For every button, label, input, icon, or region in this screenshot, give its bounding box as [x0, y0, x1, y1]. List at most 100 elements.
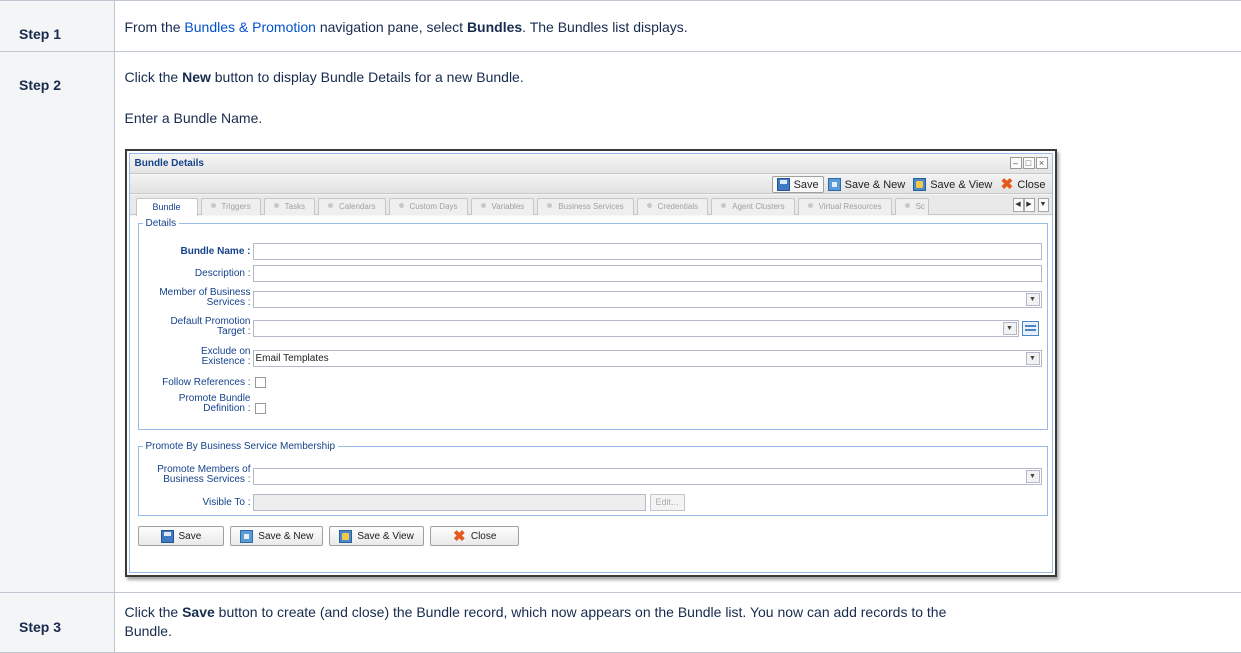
bundles-promotion-link[interactable]: Bundles & Promotion — [184, 19, 316, 35]
text-segment: . The Bundles list displays. — [522, 19, 688, 35]
follow-references-checkbox[interactable] — [255, 377, 266, 388]
text-segment: From the — [125, 19, 185, 35]
close-window-icon[interactable]: × — [1036, 157, 1048, 169]
save-new-icon — [240, 530, 253, 543]
tab-triggers[interactable]: Triggers — [201, 198, 261, 215]
edit-button: Edit... — [650, 494, 685, 511]
form-content: Details Bundle Name : Description : Memb… — [130, 216, 1052, 572]
tab-virtual-resources[interactable]: Virtual Resources — [798, 198, 892, 215]
member-row: Member of BusinessServices : ▼ — [139, 287, 1042, 308]
toolbar-close-button[interactable]: ✖Close — [996, 176, 1049, 193]
tab-label: Business Services — [558, 202, 623, 211]
toolbar-save-new-button[interactable]: Save & New — [824, 176, 910, 193]
description-row: Description : — [139, 265, 1042, 282]
visible-to-row: Visible To : Edit... — [139, 494, 685, 511]
status-dot-icon — [808, 203, 813, 208]
tab-label: Virtual Resources — [819, 202, 882, 211]
details-list-icon[interactable] — [1022, 321, 1039, 336]
visible-to-input — [253, 494, 646, 511]
toolbar-actions: Save Save & New Save & View ✖Close — [772, 175, 1050, 194]
bundle-name-row: Bundle Name : — [139, 243, 1042, 260]
chevron-down-icon[interactable]: ▼ — [1003, 322, 1017, 335]
scroll-left-icon[interactable]: ◀ — [1013, 198, 1024, 212]
promote-bundle-definition-checkbox[interactable] — [255, 403, 266, 414]
status-dot-icon — [547, 203, 552, 208]
description-input[interactable] — [253, 265, 1042, 282]
tab-label: Credentials — [658, 202, 698, 211]
bold-term: Bundles — [467, 19, 522, 35]
button-label: Save & New — [845, 179, 906, 191]
details-fieldset: Details Bundle Name : Description : Memb… — [138, 218, 1048, 430]
status-dot-icon — [905, 203, 910, 208]
bundle-name-label: Bundle Name : — [139, 247, 253, 257]
step-row: Step 1 From the Bundles & Promotion navi… — [0, 1, 1241, 52]
tab-navigation: ◀ ▶ ▼ — [1013, 198, 1049, 212]
chevron-down-icon[interactable]: ▼ — [1026, 293, 1040, 306]
close-button[interactable]: ✖Close — [430, 526, 520, 546]
exclude-row: Exclude onExistence : Email Templates▼ — [139, 347, 1042, 367]
tab-strip: Bundle Triggers Tasks Calendars Custom D… — [130, 195, 1052, 215]
step-body: Click the Save button to create (and clo… — [114, 593, 1241, 653]
chevron-down-icon[interactable]: ▼ — [1026, 352, 1040, 365]
button-label: Save & New — [258, 531, 313, 542]
maximize-icon[interactable]: □ — [1023, 157, 1035, 169]
membership-legend: Promote By Business Service Membership — [143, 441, 339, 452]
save-view-button[interactable]: Save & View — [329, 526, 424, 546]
status-dot-icon — [481, 203, 486, 208]
toolbar-save-button[interactable]: Save — [772, 176, 824, 193]
status-dot-icon — [211, 203, 216, 208]
status-dot-icon — [647, 203, 652, 208]
tab-bundle[interactable]: Bundle — [136, 198, 198, 216]
step-text: From the Bundles & Promotion navigation … — [125, 17, 1241, 37]
exclude-on-existence-select[interactable]: Email Templates▼ — [253, 350, 1042, 367]
status-dot-icon — [399, 203, 404, 208]
window-titlebar: Bundle Details – □ × — [130, 154, 1052, 174]
save-new-icon — [828, 178, 841, 191]
promote-definition-label: Promote BundleDefinition : — [139, 394, 253, 414]
tab-credentials[interactable]: Credentials — [637, 198, 708, 215]
bundle-name-input[interactable] — [253, 243, 1042, 260]
tab-agent-clusters[interactable]: Agent Clusters — [711, 198, 794, 215]
promote-members-row: Promote Members ofBusiness Services : ▼ — [139, 464, 1042, 485]
tab-menu-chevron-down-icon[interactable]: ▼ — [1038, 198, 1049, 212]
tab-custom-days[interactable]: Custom Days — [389, 198, 468, 215]
promotion-target-label: Default PromotionTarget : — [139, 317, 253, 337]
status-dot-icon — [328, 203, 333, 208]
tab-label: Calendars — [339, 202, 375, 211]
step-body: From the Bundles & Promotion navigation … — [114, 1, 1241, 52]
text-segment: Click the — [125, 604, 183, 620]
text-segment: Click the — [125, 69, 183, 85]
tab-tasks[interactable]: Tasks — [264, 198, 315, 215]
tab-truncated[interactable]: Sc — [895, 198, 929, 215]
minimize-icon[interactable]: – — [1010, 157, 1022, 169]
chevron-down-icon[interactable]: ▼ — [1026, 470, 1040, 483]
tab-list: Bundle Triggers Tasks Calendars Custom D… — [136, 198, 929, 215]
button-label: Save & View — [930, 179, 992, 191]
bold-term: Save — [182, 604, 215, 620]
toolbar-save-view-button[interactable]: Save & View — [909, 176, 996, 193]
step-label: Step 3 — [0, 593, 114, 653]
tab-calendars[interactable]: Calendars — [318, 198, 385, 215]
button-label: Close — [1017, 179, 1045, 191]
save-button[interactable]: Save — [138, 526, 225, 546]
step-label: Step 1 — [0, 1, 114, 52]
button-label: Close — [471, 531, 497, 542]
promote-members-label: Promote Members ofBusiness Services : — [139, 465, 253, 485]
step-text: Bundle. — [125, 622, 1241, 641]
label-line: Services : — [207, 297, 251, 308]
text-segment: button to create (and close) the Bundle … — [215, 604, 947, 620]
save-new-button[interactable]: Save & New — [230, 526, 323, 546]
text-segment: navigation pane, select — [316, 19, 467, 35]
default-promotion-target-select[interactable]: ▼ — [253, 320, 1019, 337]
promote-members-select[interactable]: ▼ — [253, 468, 1042, 485]
details-legend: Details — [143, 218, 180, 229]
scroll-right-icon[interactable]: ▶ — [1024, 198, 1035, 212]
button-label: Save — [794, 179, 819, 191]
step-text: Click the New button to display Bundle D… — [125, 67, 1241, 87]
follow-references-row: Follow References : — [139, 377, 266, 388]
member-business-services-select[interactable]: ▼ — [253, 291, 1042, 308]
tab-variables[interactable]: Variables — [471, 198, 535, 215]
tab-business-services[interactable]: Business Services — [537, 198, 633, 215]
promotion-target-row: Default PromotionTarget : ▼ — [139, 317, 1039, 337]
label-line: Target : — [217, 326, 250, 337]
